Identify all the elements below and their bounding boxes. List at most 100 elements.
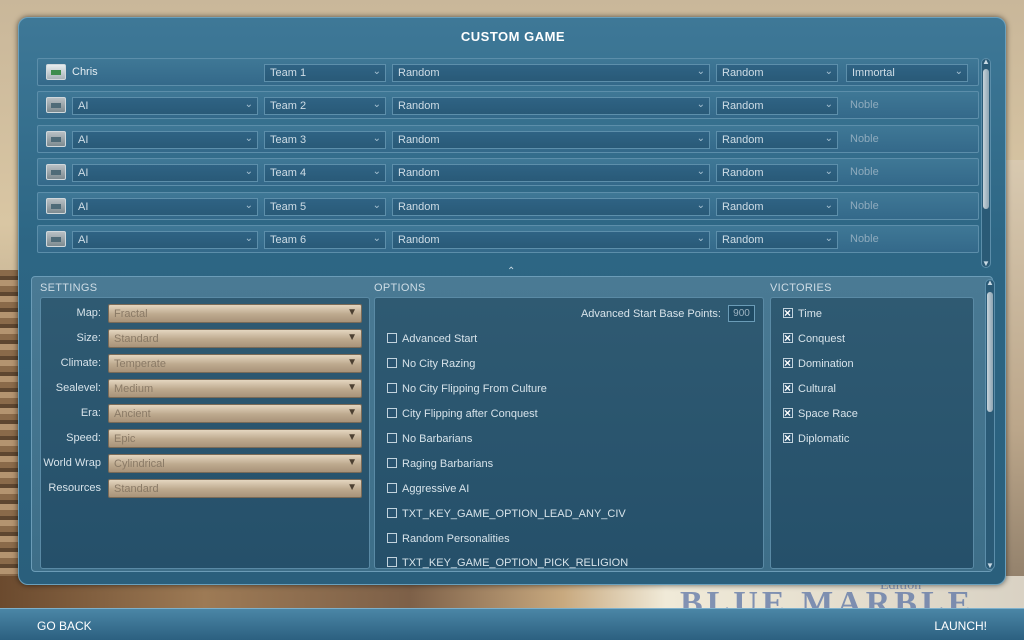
chevron-down-icon: ⌄ xyxy=(696,200,705,211)
civ-dropdown[interactable]: Random ⌄ xyxy=(392,164,710,182)
checkbox[interactable] xyxy=(387,333,397,343)
chevron-down-icon: ⌄ xyxy=(696,166,705,177)
player-type-dropdown[interactable]: AI ⌄ xyxy=(72,164,258,182)
scroll-up-icon[interactable]: ▲ xyxy=(986,278,994,287)
leader-dropdown[interactable]: Random ⌄ xyxy=(716,231,838,249)
settings-scrollbar[interactable]: ▲ ▼ xyxy=(985,278,995,570)
player-list: Chris Team 1 ⌄ Random ⌄ Random ⌄ Immortal ⌄ … xyxy=(37,58,979,258)
scrollbar-thumb[interactable] xyxy=(983,69,989,209)
chevron-down-icon: ⌄ xyxy=(372,200,381,211)
era-dropdown[interactable]: Ancient ▼ xyxy=(108,404,362,423)
options-heading: OPTIONS xyxy=(374,282,426,294)
victories-box: Time Conquest Domination Cultural Space … xyxy=(770,297,974,569)
launch-button[interactable]: LAUNCH! xyxy=(934,619,987,633)
option-no-city-razing[interactable]: No City Razing xyxy=(387,358,475,376)
team-dropdown[interactable]: Team 5 ⌄ xyxy=(264,198,386,216)
world-wrap-dropdown[interactable]: Cylindrical ▼ xyxy=(108,454,362,473)
checkbox[interactable] xyxy=(387,408,397,418)
checkbox[interactable] xyxy=(387,483,397,493)
chevron-down-icon: ▼ xyxy=(347,482,357,493)
difficulty-dropdown[interactable]: Immortal ⌄ xyxy=(846,64,968,82)
player-slot-icon[interactable] xyxy=(46,164,66,180)
player-list-scrollbar[interactable]: ▲ ▼ xyxy=(981,57,991,268)
advanced-start-points-label: Advanced Start Base Points: xyxy=(580,308,721,320)
leader-dropdown[interactable]: Random ⌄ xyxy=(716,198,838,216)
player-slot-icon[interactable] xyxy=(46,64,66,80)
civ-dropdown[interactable]: Random ⌄ xyxy=(392,231,710,249)
chevron-down-icon: ⌄ xyxy=(372,233,381,244)
option-no-city-flipping[interactable]: No City Flipping From Culture xyxy=(387,383,547,401)
victory-diplomatic[interactable]: Diplomatic xyxy=(783,431,849,451)
victories-heading: VICTORIES xyxy=(770,282,832,294)
settings-box: Map: Fractal ▼ Size: Standard ▼ Climate: T… xyxy=(40,297,370,569)
resources-dropdown[interactable]: Standard ▼ xyxy=(108,479,362,498)
player-type-dropdown[interactable]: AI ⌄ xyxy=(72,97,258,115)
player-slot-icon[interactable] xyxy=(46,131,66,147)
victory-domination[interactable]: Domination xyxy=(783,356,854,376)
player-row: Chris Team 1 ⌄ Random ⌄ Random ⌄ Immortal ⌄ xyxy=(37,58,979,86)
player-type-dropdown[interactable]: AI ⌄ xyxy=(72,198,258,216)
checkbox[interactable] xyxy=(387,557,397,567)
checkbox[interactable] xyxy=(387,433,397,443)
player-slot-icon[interactable] xyxy=(46,231,66,247)
setting-label: World Wrap xyxy=(43,457,101,469)
option-advanced-start[interactable]: Advanced Start xyxy=(387,333,477,351)
scroll-down-icon[interactable]: ▼ xyxy=(982,259,990,268)
player-slot-icon[interactable] xyxy=(46,198,66,214)
victory-cultural[interactable]: Cultural xyxy=(783,381,836,401)
size-dropdown[interactable]: Standard ▼ xyxy=(108,329,362,348)
victory-conquest[interactable]: Conquest xyxy=(783,331,845,351)
setting-label: Sealevel: xyxy=(55,382,101,394)
civ-dropdown[interactable]: Random ⌄ xyxy=(392,198,710,216)
checkbox-checked[interactable] xyxy=(783,431,793,445)
speed-dropdown[interactable]: Epic ▼ xyxy=(108,429,362,448)
setting-label: Map: xyxy=(76,307,101,319)
checkbox[interactable] xyxy=(387,358,397,368)
civ-dropdown[interactable]: Random ⌄ xyxy=(392,131,710,149)
climate-dropdown[interactable]: Temperate ▼ xyxy=(108,354,362,373)
team-dropdown[interactable]: Team 1 ⌄ xyxy=(264,64,386,82)
leader-dropdown[interactable]: Random ⌄ xyxy=(716,64,838,82)
team-dropdown[interactable]: Team 4 ⌄ xyxy=(264,164,386,182)
option-raging-barbarians[interactable]: Raging Barbarians xyxy=(387,458,493,476)
option-random-personalities[interactable]: Random Personalities xyxy=(387,533,510,551)
team-dropdown[interactable]: Team 3 ⌄ xyxy=(264,131,386,149)
checkbox-checked[interactable] xyxy=(783,406,793,420)
victory-time[interactable]: Time xyxy=(783,306,822,326)
checkbox[interactable] xyxy=(387,458,397,468)
option-lead-any-civ[interactable]: TXT_KEY_GAME_OPTION_LEAD_ANY_CIV xyxy=(387,508,626,526)
option-city-flipping-conquest[interactable]: City Flipping after Conquest xyxy=(387,408,538,426)
option-aggressive-ai[interactable]: Aggressive AI xyxy=(387,483,469,501)
player-type-dropdown[interactable]: AI ⌄ xyxy=(72,131,258,149)
checkbox[interactable] xyxy=(387,533,397,543)
option-pick-religion[interactable]: TXT_KEY_GAME_OPTION_PICK_RELIGION xyxy=(387,557,628,575)
scroll-up-icon[interactable]: ▲ xyxy=(982,57,990,66)
checkbox-checked[interactable] xyxy=(783,306,793,320)
checkbox[interactable] xyxy=(387,383,397,393)
leader-dropdown[interactable]: Random ⌄ xyxy=(716,97,838,115)
civ-dropdown[interactable]: Random ⌄ xyxy=(392,97,710,115)
leader-dropdown[interactable]: Random ⌄ xyxy=(716,164,838,182)
team-dropdown[interactable]: Team 2 ⌄ xyxy=(264,97,386,115)
leader-dropdown[interactable]: Random ⌄ xyxy=(716,131,838,149)
scrollbar-thumb[interactable] xyxy=(987,292,993,412)
checkbox-checked[interactable] xyxy=(783,331,793,345)
advanced-start-points-input[interactable]: 900 xyxy=(728,305,755,322)
setting-row: Size: Standard ▼ xyxy=(41,329,371,349)
go-back-button[interactable]: GO BACK xyxy=(37,619,92,633)
difficulty-label: Noble xyxy=(850,166,879,178)
checkbox[interactable] xyxy=(387,508,397,518)
sealevel-dropdown[interactable]: Medium ▼ xyxy=(108,379,362,398)
team-dropdown[interactable]: Team 6 ⌄ xyxy=(264,231,386,249)
player-type-dropdown[interactable]: AI ⌄ xyxy=(72,231,258,249)
civ-dropdown[interactable]: Random ⌄ xyxy=(392,64,710,82)
chevron-down-icon: ⌄ xyxy=(824,66,833,77)
checkbox-checked[interactable] xyxy=(783,356,793,370)
option-no-barbarians[interactable]: No Barbarians xyxy=(387,433,472,451)
map-dropdown[interactable]: Fractal ▼ xyxy=(108,304,362,323)
player-slot-icon[interactable] xyxy=(46,97,66,113)
scroll-down-icon[interactable]: ▼ xyxy=(986,561,994,570)
setting-label: Climate: xyxy=(60,357,101,369)
checkbox-checked[interactable] xyxy=(783,381,793,395)
victory-space-race[interactable]: Space Race xyxy=(783,406,858,426)
